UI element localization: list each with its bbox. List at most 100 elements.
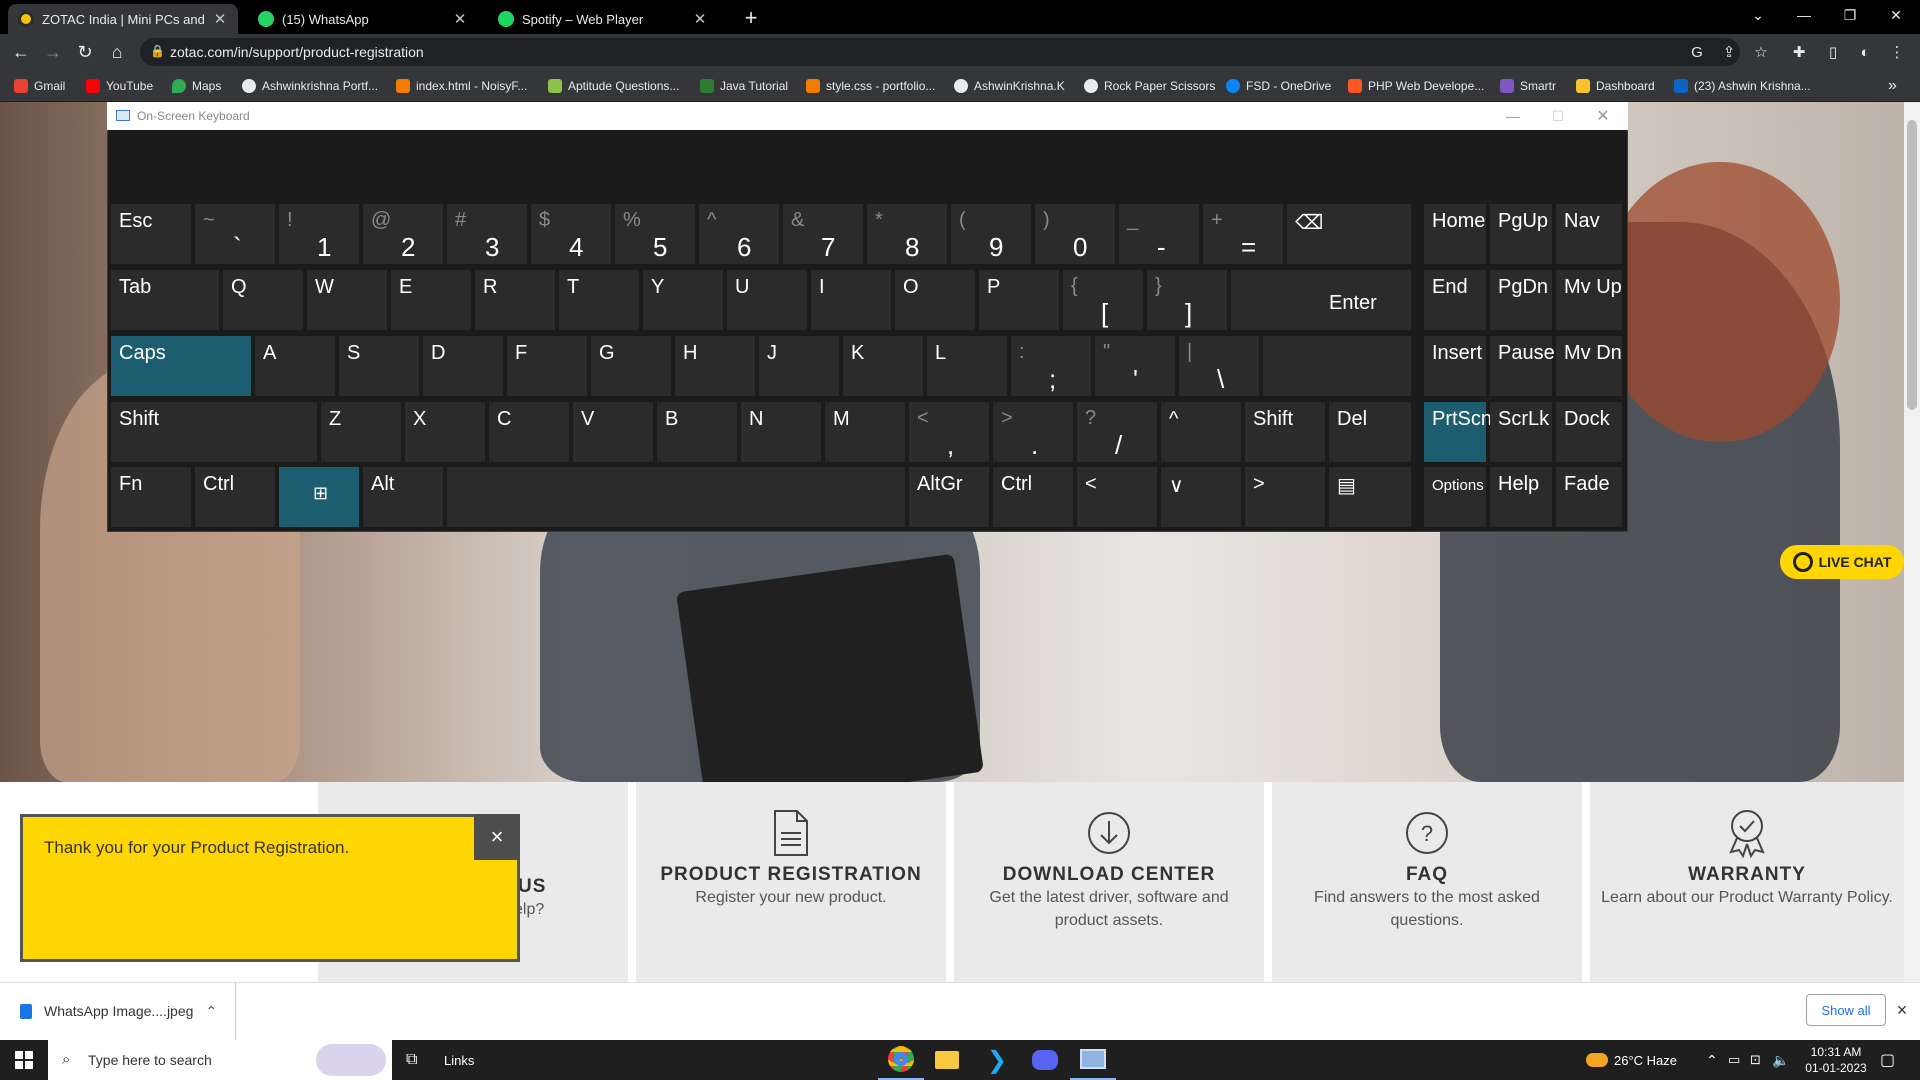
osk-key-altgr[interactable]: AltGr bbox=[909, 467, 989, 527]
reload-icon[interactable]: ↻ bbox=[70, 34, 100, 70]
new-tab-button[interactable]: + bbox=[736, 4, 766, 32]
osk-key-p[interactable]: P bbox=[979, 270, 1059, 330]
address-bar[interactable]: 🔒 zotac.com/in/support/product-registrat… bbox=[140, 38, 1740, 66]
osk-key-space[interactable] bbox=[447, 467, 905, 527]
osk-key-n[interactable]: N bbox=[741, 402, 821, 462]
minimize-button[interactable]: — bbox=[1781, 0, 1827, 30]
osk-key-alt[interactable]: Alt bbox=[363, 467, 443, 527]
osk-key-sym[interactable]: " ' bbox=[1095, 336, 1175, 396]
osk-key-j[interactable]: J bbox=[759, 336, 839, 396]
volume-icon[interactable]: 🔈 bbox=[1772, 1040, 1789, 1080]
close-window-button[interactable]: ✕ bbox=[1873, 0, 1919, 30]
osk-key-r[interactable]: R bbox=[475, 270, 555, 330]
osk-key-3[interactable]: #3 bbox=[447, 204, 527, 264]
bookmark-style-css[interactable]: style.css - portfolio... bbox=[806, 70, 935, 102]
osk-key-enter[interactable]: Enter bbox=[1231, 270, 1411, 330]
close-tab-icon[interactable]: ✕ bbox=[692, 10, 708, 28]
close-tab-icon[interactable]: ✕ bbox=[212, 10, 228, 28]
osk-key-shift[interactable]: Shift bbox=[111, 402, 317, 462]
taskbar-vscode[interactable]: ❯ bbox=[974, 1040, 1020, 1080]
osk-key-8[interactable]: * 8 bbox=[867, 204, 947, 264]
bookmark-youtube[interactable]: YouTube bbox=[86, 70, 153, 102]
osk-key-sym[interactable]: > bbox=[1245, 467, 1325, 527]
osk-key-sym[interactable]: ∨ bbox=[1161, 467, 1241, 527]
osk-key-sym[interactable]: <, bbox=[909, 402, 989, 462]
tab-spotify[interactable]: Spotify – Web Player ✕ bbox=[488, 4, 718, 34]
bookmark-dashboard[interactable]: Dashboard bbox=[1576, 70, 1655, 102]
live-chat-button[interactable]: LIVE CHAT bbox=[1780, 545, 1904, 579]
taskbar-file-explorer[interactable] bbox=[924, 1040, 970, 1080]
osk-key-b[interactable]: B bbox=[657, 402, 737, 462]
osk-key-pause[interactable]: Pause bbox=[1490, 336, 1555, 396]
osk-key-q[interactable]: Q bbox=[223, 270, 303, 330]
card-product-registration[interactable]: PRODUCT REGISTRATION Register your new p… bbox=[636, 782, 946, 982]
chevron-up-icon[interactable]: ⌃ bbox=[205, 1003, 217, 1020]
osk-key-i[interactable]: I bbox=[811, 270, 891, 330]
osk-key-g[interactable]: G bbox=[591, 336, 671, 396]
osk-key-ctrl[interactable]: Ctrl bbox=[195, 467, 275, 527]
osk-key-sym[interactable]: ▤ bbox=[1329, 467, 1411, 527]
osk-key-mvup[interactable]: Mv Up bbox=[1556, 270, 1622, 330]
osk-key-7[interactable]: & 7 bbox=[783, 204, 863, 264]
osk-key-mvdn[interactable]: Mv Dn bbox=[1556, 336, 1622, 396]
osk-key-options[interactable]: Options bbox=[1424, 467, 1486, 527]
osk-key-e[interactable]: E bbox=[391, 270, 471, 330]
osk-key-sym[interactable]: | \ bbox=[1179, 336, 1259, 396]
bookmark-smartr[interactable]: Smartr bbox=[1500, 70, 1556, 102]
osk-key-scrlk[interactable]: ScrLk bbox=[1490, 402, 1552, 462]
taskbar-chrome[interactable] bbox=[878, 1040, 924, 1080]
google-icon[interactable]: G bbox=[1684, 34, 1710, 70]
bookmark-maps[interactable]: Maps bbox=[172, 70, 221, 102]
osk-key-w[interactable]: W bbox=[307, 270, 387, 330]
osk-key-4[interactable]: $4 bbox=[531, 204, 611, 264]
osk-key-2[interactable]: @2 bbox=[363, 204, 443, 264]
osk-key-sym[interactable]: ? / bbox=[1077, 402, 1157, 462]
weather-widget[interactable]: 26°C Haze bbox=[1586, 1040, 1677, 1080]
osk-key-pgup[interactable]: PgUp bbox=[1490, 204, 1552, 264]
osk-key-pgdn[interactable]: PgDn bbox=[1490, 270, 1552, 330]
osk-maximize-button[interactable]: ☐ bbox=[1537, 102, 1579, 130]
osk-key-sym[interactable]: ⌫ bbox=[1287, 204, 1411, 264]
download-bar-close-button[interactable]: × bbox=[1890, 994, 1914, 1026]
osk-key-9[interactable]: (9 bbox=[951, 204, 1031, 264]
show-all-button[interactable]: Show all bbox=[1806, 994, 1886, 1026]
osk-key-sym[interactable]: }] bbox=[1147, 270, 1227, 330]
osk-key-sym[interactable]: ~ ` bbox=[195, 204, 275, 264]
tab-search-icon[interactable]: ⌄ bbox=[1735, 0, 1781, 30]
osk-key-l[interactable]: L bbox=[927, 336, 1007, 396]
scrollbar-thumb[interactable] bbox=[1907, 120, 1917, 410]
bookmark-portfolio[interactable]: Ashwinkrishna Portf... bbox=[242, 70, 378, 102]
task-view-icon[interactable]: ⧉ bbox=[406, 1040, 417, 1080]
bookmark-linkedin[interactable]: (23) Ashwin Krishna... bbox=[1674, 70, 1811, 102]
osk-key-sym[interactable]: < bbox=[1077, 467, 1157, 527]
osk-key-insert[interactable]: Insert bbox=[1424, 336, 1486, 396]
taskbar-osk[interactable] bbox=[1070, 1040, 1116, 1080]
clock[interactable]: 10:31 AM 01-01-2023 bbox=[1796, 1040, 1876, 1080]
bookmark-aptitude[interactable]: Aptitude Questions... bbox=[548, 70, 679, 102]
tab-whatsapp[interactable]: (15) WhatsApp ✕ bbox=[248, 4, 478, 34]
osk-minimize-button[interactable]: — bbox=[1492, 102, 1534, 130]
osk-key-m[interactable]: M bbox=[825, 402, 905, 462]
start-button[interactable] bbox=[0, 1040, 48, 1080]
close-tab-icon[interactable]: ✕ bbox=[452, 10, 468, 28]
osk-key-o[interactable]: O bbox=[895, 270, 975, 330]
taskbar-discord[interactable] bbox=[1022, 1040, 1068, 1080]
links-toolbar[interactable]: Links bbox=[444, 1040, 474, 1080]
osk-key-fn[interactable]: Fn bbox=[111, 467, 191, 527]
osk-key-esc[interactable]: Esc bbox=[111, 204, 191, 264]
osk-key-c[interactable]: C bbox=[489, 402, 569, 462]
back-icon[interactable]: ← bbox=[6, 34, 36, 70]
osk-key-help[interactable]: Help bbox=[1490, 467, 1552, 527]
bookmark-rock-paper-scissors[interactable]: Rock Paper Scissors bbox=[1084, 70, 1215, 102]
show-hidden-icons[interactable]: ⌃ bbox=[1706, 1040, 1718, 1080]
side-panel-icon[interactable]: ▯ bbox=[1820, 34, 1846, 70]
osk-key-t[interactable]: T bbox=[559, 270, 639, 330]
osk-key-end[interactable]: End bbox=[1424, 270, 1486, 330]
home-icon[interactable]: ⌂ bbox=[102, 34, 132, 70]
extensions-icon[interactable]: ✚ bbox=[1786, 34, 1812, 70]
bookmark-php[interactable]: PHP Web Develope... bbox=[1348, 70, 1484, 102]
card-warranty[interactable]: WARRANTY Learn about our Product Warrant… bbox=[1590, 782, 1904, 982]
network-icon[interactable]: ⊡ bbox=[1750, 1040, 1761, 1080]
osk-key-z[interactable]: Z bbox=[321, 402, 401, 462]
bookmark-java-tutorial[interactable]: Java Tutorial bbox=[700, 70, 788, 102]
